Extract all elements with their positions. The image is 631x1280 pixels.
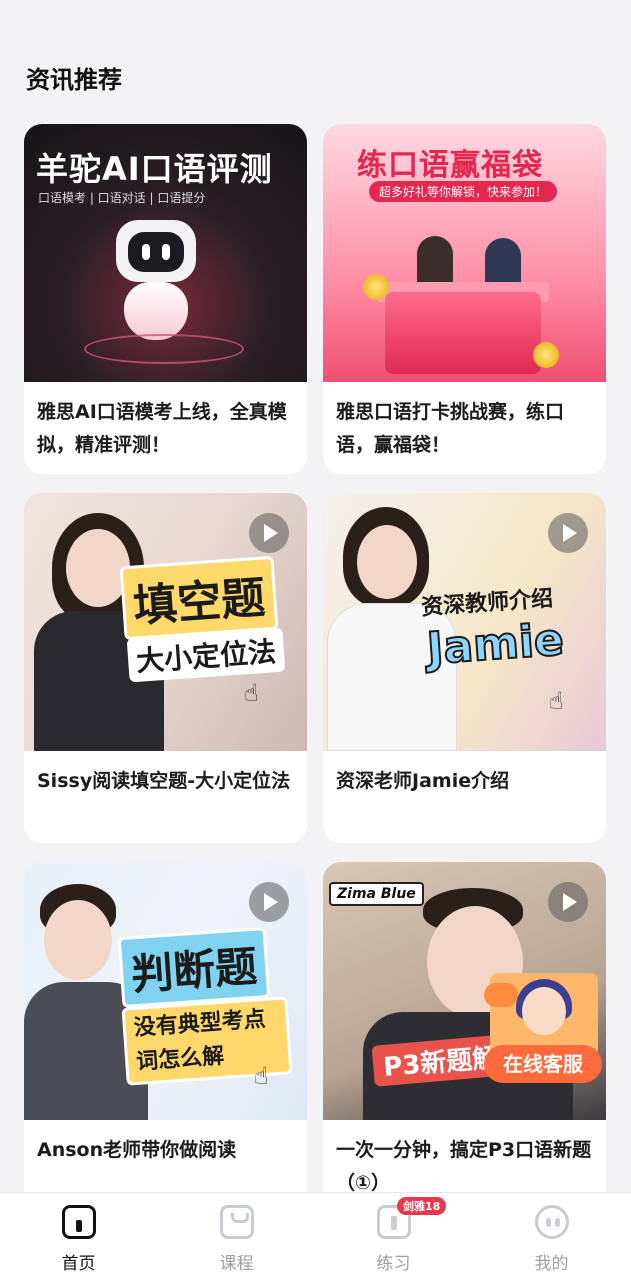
tab-label: 课程 — [219, 1254, 254, 1274]
thumbnail-subtitle: 口语模考 | 口语对话 | 口语提分 — [38, 191, 206, 205]
support-agent-icon — [522, 987, 566, 1035]
tab-practice[interactable]: 剑雅18 练习 — [315, 1193, 472, 1280]
thumbnail-subtitle: Jamie — [424, 613, 566, 675]
news-card[interactable]: 填空题 大小定位法 ☝ Sissy阅读填空题-大小定位法 — [24, 493, 307, 843]
platform-ring — [84, 334, 244, 364]
tab-course[interactable]: 课程 — [158, 1193, 315, 1280]
section-title: 资讯推荐 — [26, 66, 122, 94]
card-title: 资深老师Jamie介绍 — [336, 770, 510, 792]
play-icon — [548, 882, 588, 922]
coin-icon — [363, 274, 389, 300]
bottom-tab-bar: 首页 课程 剑雅18 练习 我的 — [0, 1192, 631, 1280]
news-card[interactable]: 练口语赢福袋 超多好礼等你解锁，快来参加！ 雅思口语打卡挑战赛，练口语，赢福袋！ — [323, 124, 606, 474]
robot-eye — [142, 244, 150, 260]
thumbnail-headline: 判断题 — [117, 926, 271, 1009]
news-card[interactable]: 判断题 没有典型考点词怎么解 ☝ Anson老师带你做阅读 — [24, 862, 307, 1212]
tab-label: 我的 — [534, 1254, 569, 1274]
cursor-icon: ☝ — [549, 687, 564, 715]
tab-label: 练习 — [376, 1254, 411, 1274]
mine-icon — [535, 1205, 569, 1239]
host-figure — [485, 238, 521, 288]
card-thumbnail: 练口语赢福袋 超多好礼等你解锁，快来参加！ — [323, 124, 606, 382]
cursor-icon: ☝ — [244, 679, 259, 707]
cursor-icon: ☝ — [254, 1062, 269, 1090]
thumbnail-headline: 填空题 — [119, 555, 279, 641]
thumbnail-subtitle: 超多好礼等你解锁，快来参加！ — [369, 181, 558, 202]
practice-badge: 剑雅18 — [397, 1197, 447, 1215]
teacher-face — [44, 900, 112, 980]
news-card[interactable]: 资深教师介绍 Jamie ☝ 资深老师Jamie介绍 — [323, 493, 606, 843]
customer-support-button[interactable]: 在线客服 — [484, 973, 602, 1083]
robot-body — [124, 282, 188, 340]
tab-label: 首页 — [61, 1254, 96, 1274]
play-icon — [548, 513, 588, 553]
home-icon — [62, 1205, 96, 1239]
play-icon — [249, 513, 289, 553]
thumbnail-headline: 羊驼AI口语评测 — [36, 150, 273, 188]
card-thumbnail: 填空题 大小定位法 ☝ — [24, 493, 307, 751]
thumbnail-headline: 练口语赢福袋 — [357, 148, 543, 183]
robot-face — [128, 232, 184, 272]
teacher-face — [357, 525, 417, 599]
host-figure — [417, 236, 453, 288]
gift-box — [385, 292, 541, 374]
card-thumbnail: 判断题 没有典型考点词怎么解 ☝ — [24, 862, 307, 1120]
play-icon — [249, 882, 289, 922]
card-title: Sissy阅读填空题-大小定位法 — [37, 770, 291, 792]
card-title: 雅思AI口语模考上线，全真模拟，精准评测！ — [37, 401, 287, 456]
card-thumbnail: 羊驼AI口语评测 口语模考 | 口语对话 | 口语提分 — [24, 124, 307, 382]
news-card[interactable]: 羊驼AI口语评测 口语模考 | 口语对话 | 口语提分 雅思AI口语模考上线，全… — [24, 124, 307, 474]
coin-icon — [533, 342, 559, 368]
tab-mine[interactable]: 我的 — [473, 1193, 630, 1280]
channel-tag: Zima Blue — [329, 882, 424, 906]
course-icon — [220, 1205, 254, 1239]
card-title: 雅思口语打卡挑战赛，练口语，赢福袋！ — [336, 401, 565, 456]
tab-home[interactable]: 首页 — [0, 1193, 157, 1280]
robot-eye — [162, 244, 170, 260]
customer-support-label: 在线客服 — [484, 1045, 602, 1083]
chat-bubble-icon — [484, 983, 518, 1007]
card-thumbnail: 资深教师介绍 Jamie ☝ — [323, 493, 606, 751]
thumbnail-subtitle: 大小定位法 — [126, 627, 286, 683]
